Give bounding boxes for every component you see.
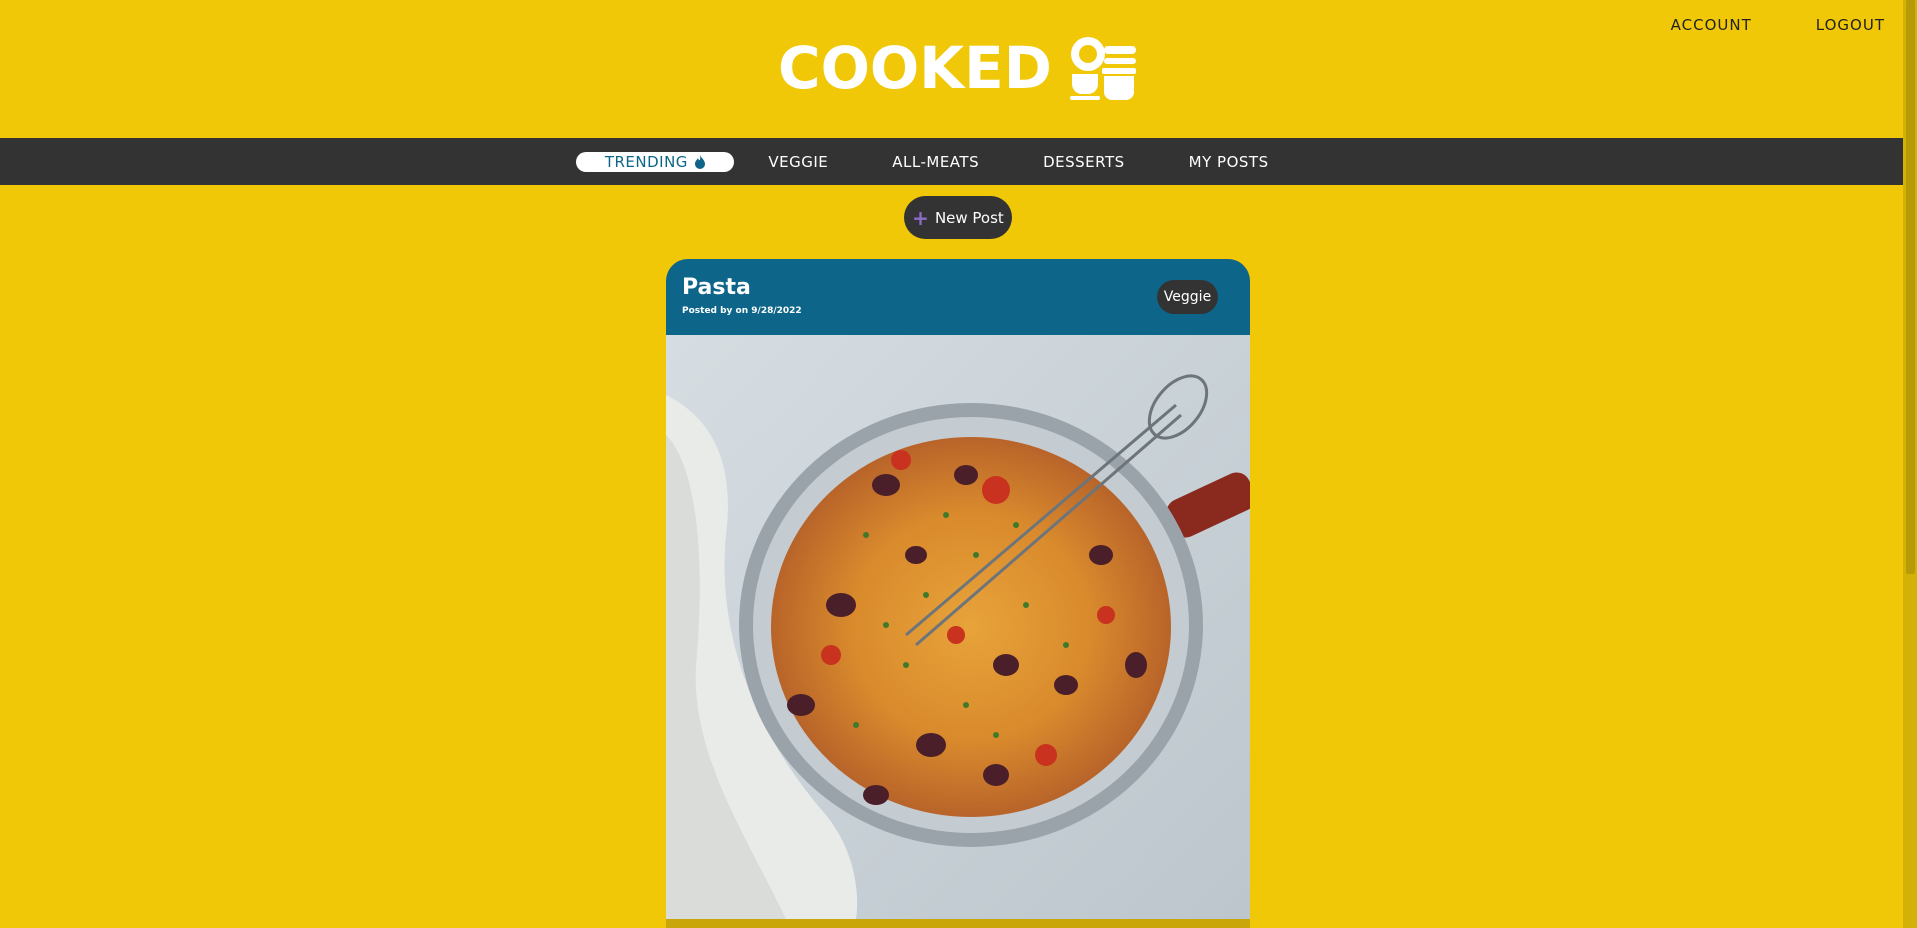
post-card[interactable]: Pasta Posted by on 9/28/2022 Veggie — [666, 259, 1250, 919]
tab-all-meats[interactable]: ALL-MEATS — [860, 153, 1011, 171]
category-navbar: TRENDING VEGGIE ALL-MEATS DESSERTS MY PO… — [0, 138, 1903, 185]
tab-trending[interactable]: TRENDING — [576, 151, 735, 172]
header: COOKED ACCOUNT LOGOUT — [0, 0, 1917, 138]
post-tag-badge[interactable]: Veggie — [1157, 280, 1218, 314]
card-bottom-edge — [666, 919, 1250, 928]
scrollbar-thumb[interactable] — [1906, 0, 1915, 574]
brand-logo[interactable]: COOKED — [778, 34, 1138, 102]
cooking-utensils-icon — [1069, 37, 1136, 100]
flame-icon — [694, 154, 705, 169]
new-post-button[interactable]: + New Post — [904, 196, 1012, 239]
tab-my-posts[interactable]: MY POSTS — [1157, 153, 1301, 171]
post-image — [666, 335, 1250, 919]
tab-veggie[interactable]: VEGGIE — [736, 153, 860, 171]
tab-label: TRENDING — [604, 152, 688, 171]
post-meta: Posted by on 9/28/2022 — [682, 306, 802, 316]
post-title: Pasta — [682, 275, 751, 300]
account-link[interactable]: ACCOUNT — [1671, 16, 1752, 34]
logout-link[interactable]: LOGOUT — [1816, 16, 1885, 34]
tab-desserts[interactable]: DESSERTS — [1011, 153, 1157, 171]
brand-name: COOKED — [778, 34, 1052, 102]
new-post-label: New Post — [934, 208, 1004, 227]
post-card-header: Pasta Posted by on 9/28/2022 Veggie — [666, 259, 1250, 335]
page-scrollbar[interactable] — [1903, 0, 1917, 928]
nav-items: TRENDING VEGGIE ALL-MEATS DESSERTS MY PO… — [576, 151, 1301, 172]
top-links: ACCOUNT LOGOUT — [1671, 16, 1885, 34]
plus-icon: + — [912, 205, 929, 230]
